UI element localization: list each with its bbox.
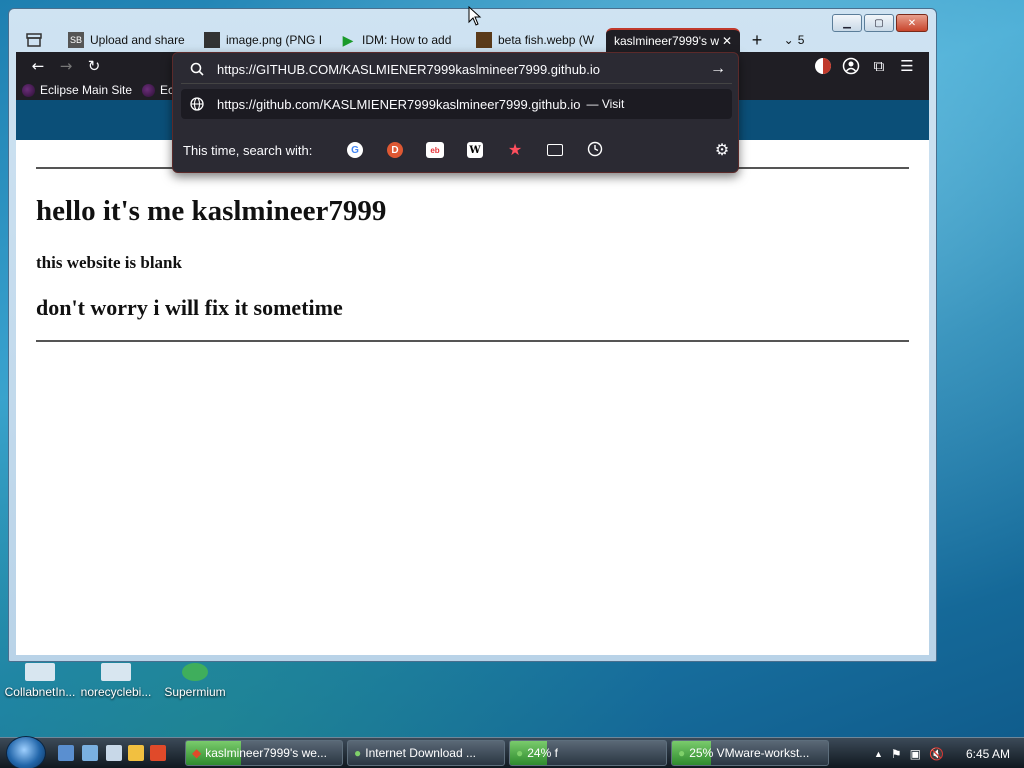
idm-task-icon: ●: [354, 746, 362, 760]
new-tab-button[interactable]: +: [740, 28, 774, 52]
tab-image-png[interactable]: image.png (PNG I: [204, 28, 340, 52]
bookmark-eclipse[interactable]: Eclipse Main Site: [22, 83, 132, 97]
search-icon: [181, 62, 213, 76]
ebay-icon: eb: [426, 142, 444, 158]
sb-icon: SB: [68, 32, 84, 48]
download-task-icon: ●: [678, 746, 686, 760]
eclipse-icon: [142, 83, 156, 97]
volume-muted-icon[interactable]: 🔇: [929, 747, 944, 761]
page-note: don't worry i will fix it sometime: [36, 295, 343, 320]
account-icon: [842, 57, 860, 75]
bookmark-ec[interactable]: Ec: [142, 83, 174, 97]
flag-icon[interactable]: ⚑: [891, 747, 902, 761]
go-button[interactable]: →: [704, 60, 732, 78]
search-tabs[interactable]: [535, 138, 575, 162]
task-browser[interactable]: ◆ kaslmineer7999's we...: [185, 740, 343, 766]
menu-button[interactable]: ☰: [893, 52, 921, 80]
hamburger-icon: ☰: [900, 57, 914, 75]
bottom-divider: [36, 340, 909, 342]
show-desktop-icon[interactable]: [58, 745, 74, 761]
eclipse-icon: [22, 83, 35, 97]
taskbar: ◆ kaslmineer7999's we... ● Internet Down…: [0, 736, 1024, 768]
address-divider: [181, 83, 732, 84]
search-engine-google[interactable]: G: [335, 138, 375, 162]
computer-icon[interactable]: [106, 745, 122, 761]
tab-kaslmineer-active[interactable]: kaslmineer7999's w ✕: [606, 28, 740, 52]
collabnet-icon: [25, 663, 55, 681]
search-with-label: This time, search with:: [183, 142, 313, 158]
search-bookmarks[interactable]: ★: [495, 138, 535, 162]
desktop-icon-norecyclebin[interactable]: norecyclebi...: [80, 663, 152, 699]
search-settings-button[interactable]: ⚙: [710, 138, 734, 162]
task-idm[interactable]: ● Internet Download ...: [347, 740, 505, 766]
clock[interactable]: 6:45 AM: [966, 747, 1010, 761]
puzzle-icon: ⧉: [873, 57, 885, 75]
tab-icon: [547, 144, 563, 156]
norecyclebin-icon: [101, 663, 131, 681]
idm-play-icon: ▶: [342, 31, 354, 48]
page-subheading: this website is blank: [36, 253, 182, 272]
ublock-icon: [815, 58, 831, 74]
tab-strip: SB Upload and share image.png (PNG I ▶ I…: [16, 28, 929, 52]
account-button[interactable]: [837, 52, 865, 80]
image-icon: [476, 32, 492, 48]
arrow-right-icon: →: [59, 57, 73, 75]
image-icon: [204, 32, 220, 48]
tab-beta-fish[interactable]: beta fish.webp (W: [476, 28, 606, 52]
url-suggestion-row[interactable]: https://github.com/KASLMIENER7999kaslmin…: [181, 89, 732, 119]
supermium-icon: [182, 663, 208, 681]
desktop-icon-collabnet[interactable]: CollabnetIn...: [4, 663, 76, 699]
search-engine-duckduckgo[interactable]: D: [375, 138, 415, 162]
desktop-icon-supermium[interactable]: Supermium: [160, 663, 230, 699]
gear-icon: ⚙: [714, 142, 730, 159]
task-download-1[interactable]: ● 24% f: [509, 740, 667, 766]
search-engine-row: This time, search with: G D eb W ★ ⚙: [183, 135, 734, 165]
back-button[interactable]: ←: [24, 52, 52, 80]
web-page-content: hello it's me kaslmineer7999 this websit…: [16, 140, 929, 655]
arrow-left-icon: ←: [31, 57, 45, 75]
plus-icon: +: [751, 29, 763, 50]
tab-upload-share[interactable]: SB Upload and share: [68, 28, 204, 52]
tab-idm[interactable]: ▶ IDM: How to add: [340, 28, 476, 52]
search-engine-wikipedia[interactable]: W: [455, 138, 495, 162]
clock-icon: [587, 141, 603, 160]
address-bar-dropdown: https://GITHUB.COM/KASLMIENER7999kaslmin…: [172, 52, 739, 173]
show-hidden-icons-icon[interactable]: ▲: [874, 749, 883, 759]
google-icon: G: [347, 142, 363, 158]
list-all-tabs-button[interactable]: ⌄ 5: [774, 28, 814, 52]
mouse-cursor-icon: [468, 6, 482, 26]
search-history[interactable]: [575, 138, 615, 162]
browser-quicklaunch-icon[interactable]: [150, 745, 166, 761]
start-button[interactable]: [6, 736, 46, 768]
close-tab-icon[interactable]: ✕: [722, 34, 732, 48]
url-input[interactable]: https://GITHUB.COM/KASLMIENER7999kaslmin…: [217, 62, 704, 77]
tab-overview-icon: [26, 32, 42, 48]
extensions-button[interactable]: ⧉: [865, 52, 893, 80]
download-task-icon: ●: [516, 746, 524, 760]
suggestion-visit-label: — Visit: [586, 97, 625, 111]
duckduckgo-icon: D: [387, 142, 403, 158]
star-icon: ★: [507, 142, 523, 159]
chevron-down-icon: ⌄: [783, 33, 794, 47]
media-icon[interactable]: [128, 745, 144, 761]
suggestion-url: https://github.com/KASLMIENER7999kaslmin…: [217, 96, 581, 112]
network-icon[interactable]: ▣: [910, 747, 921, 761]
extension-button[interactable]: [809, 52, 837, 80]
globe-icon: [181, 97, 213, 111]
system-tray: ▲ ⚑ ▣ 🔇 6:45 AM: [874, 738, 1024, 768]
forward-button[interactable]: →: [52, 52, 80, 80]
wikipedia-icon: W: [467, 142, 483, 158]
switch-windows-icon[interactable]: [82, 745, 98, 761]
address-bar[interactable]: https://GITHUB.COM/KASLMIENER7999kaslmin…: [181, 55, 732, 83]
browser-task-icon: ◆: [192, 746, 202, 760]
reload-button[interactable]: ↻: [80, 52, 108, 80]
page-heading: hello it's me kaslmineer7999: [36, 195, 387, 227]
search-engine-ebay[interactable]: eb: [415, 138, 455, 162]
reload-icon: ↻: [87, 57, 101, 75]
task-download-2[interactable]: ● 25% VMware-workst...: [671, 740, 829, 766]
tab-overview-button[interactable]: [16, 28, 68, 52]
